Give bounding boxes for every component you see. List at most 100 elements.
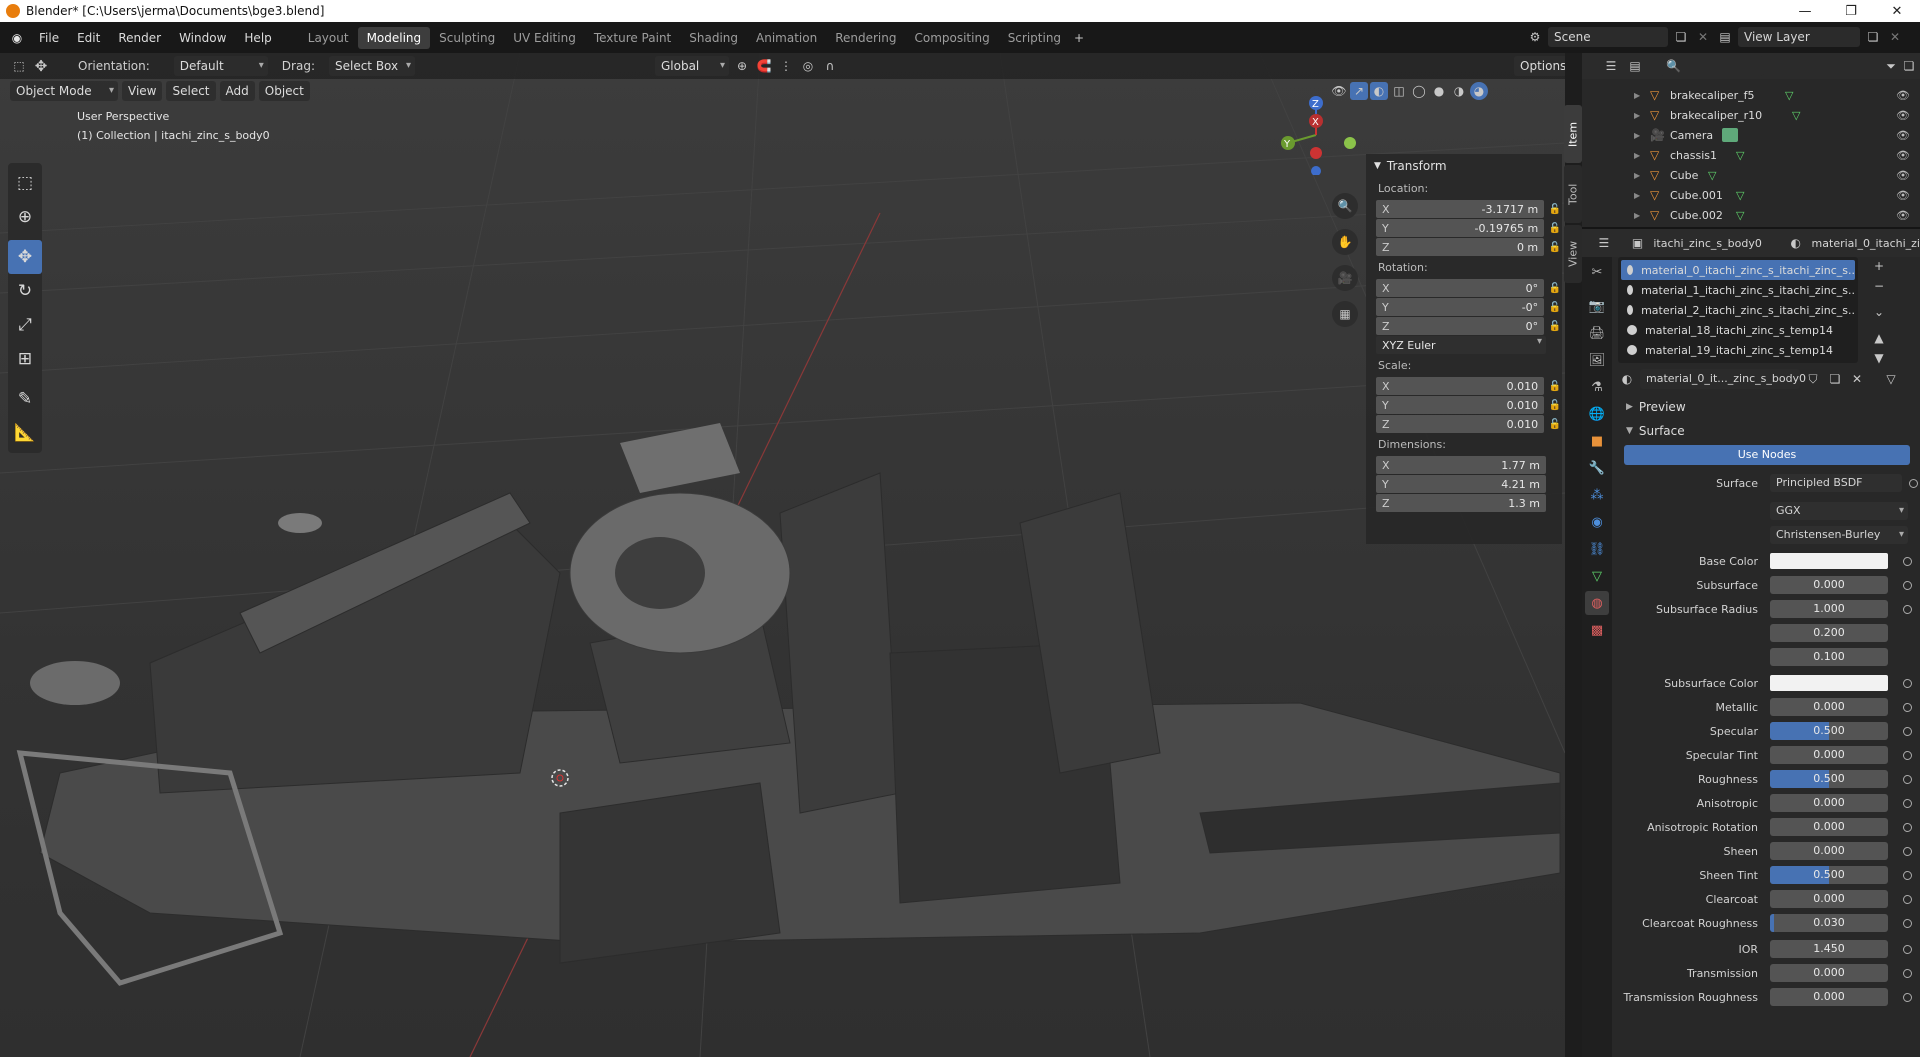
ortho-grid-icon[interactable]: ▦ [1332, 301, 1358, 327]
menu-select[interactable]: Select [166, 81, 216, 101]
rotation-mode-dropdown[interactable]: XYZ Euler [1376, 336, 1546, 354]
surface-socket-icon[interactable] [1909, 478, 1918, 488]
drag-dropdown[interactable]: Select Box [328, 56, 415, 76]
tab-tool[interactable]: Tool [1564, 165, 1582, 223]
navigation-gizmo[interactable]: Z Y X [1272, 91, 1356, 176]
outliner-item[interactable]: ▶ ▽ chassis1 ▽ 👁 [1582, 145, 1920, 165]
workspace-tab-sculpting[interactable]: Sculpting [430, 27, 504, 49]
view-layer-tab-icon[interactable]: 🖼 [1585, 348, 1609, 372]
material-name-field[interactable]: material_0_it..._zinc_s_body0 [1640, 369, 1806, 389]
input-socket-icon[interactable] [1903, 750, 1912, 760]
delete-scene-icon[interactable]: ✕ [1694, 28, 1712, 46]
param-value-field[interactable]: 0.000 [1770, 988, 1888, 1006]
expand-arrow-icon[interactable]: ▶ [1634, 171, 1640, 180]
menu-render[interactable]: Render [109, 31, 170, 45]
workspace-tab-uv-editing[interactable]: UV Editing [504, 27, 585, 49]
use-nodes-button[interactable]: Use Nodes [1624, 445, 1910, 465]
workspace-tab-compositing[interactable]: Compositing [905, 27, 998, 49]
rotate-tool-icon[interactable]: ↻ [8, 274, 42, 308]
material-shading-icon[interactable]: ◑ [1450, 82, 1468, 100]
visibility-eye-icon[interactable]: 👁 [1896, 169, 1910, 182]
param-value-field[interactable]: 0.000 [1770, 818, 1888, 836]
input-socket-icon[interactable] [1903, 726, 1912, 736]
scale-y-field[interactable]: Y 0.010 [1376, 396, 1545, 414]
workspace-tab-texture-paint[interactable]: Texture Paint [585, 27, 680, 49]
workspace-tab-animation[interactable]: Animation [747, 27, 826, 49]
workspace-tab-layout[interactable]: Layout [299, 27, 358, 49]
transform-orientation-dropdown[interactable]: Global [654, 56, 729, 76]
minimize-icon[interactable]: — [1782, 0, 1828, 22]
menu-file[interactable]: File [30, 31, 68, 45]
surface-shader-field[interactable]: Principled BSDF [1770, 474, 1902, 492]
unlink-material-icon[interactable]: ✕ [1848, 370, 1866, 388]
input-socket-icon[interactable] [1903, 678, 1912, 688]
outliner-item[interactable]: ▶ ▽ Cube ▽ 👁 [1582, 165, 1920, 185]
param-value-field[interactable]: 0.100 [1770, 648, 1888, 666]
outliner-item[interactable]: ▶ 🎥 Camera 👁 [1582, 125, 1920, 145]
outliner-item[interactable]: ▶ ▽ Cube.002 ▽ 👁 [1582, 205, 1920, 225]
select-box-tool-icon[interactable]: ⬚ [8, 166, 42, 200]
new-scene-icon[interactable]: ❏ [1672, 28, 1690, 46]
breadcrumb-object[interactable]: itachi_zinc_s_body0 [1653, 237, 1761, 250]
expand-arrow-icon[interactable]: ▶ [1634, 211, 1640, 220]
dimensions-x-field[interactable]: X 1.77 m [1376, 456, 1546, 474]
input-socket-icon[interactable] [1903, 702, 1912, 712]
menu-edit[interactable]: Edit [68, 31, 109, 45]
proportional-edit-icon[interactable]: ◎ [799, 57, 817, 75]
properties-editor-icon[interactable]: ☰ [1596, 234, 1612, 252]
new-view-layer-icon[interactable]: ❏ [1864, 28, 1882, 46]
preview-panel-header[interactable]: ▶ Preview [1618, 395, 1920, 419]
param-value-field[interactable]: 0.030 [1770, 914, 1888, 932]
visibility-eye-icon[interactable]: 👁 [1896, 209, 1910, 222]
fake-user-icon[interactable]: ⛉ [1804, 370, 1822, 388]
param-value-field[interactable]: 0.000 [1770, 698, 1888, 716]
object-mode-dropdown[interactable]: Object Mode [10, 81, 118, 101]
param-value-field[interactable]: 0.000 [1770, 746, 1888, 764]
move-tool-icon[interactable]: ✥ [32, 57, 50, 75]
3d-viewport[interactable]: ⬚ ✥ Orientation: Default Drag: Select Bo… [0, 53, 1565, 1057]
param-value-field[interactable]: 1.000 [1770, 600, 1888, 618]
close-icon[interactable]: ✕ [1874, 0, 1920, 22]
link-dropdown-icon[interactable]: ▽ [1882, 370, 1900, 388]
scene-name-field[interactable]: Scene [1548, 27, 1668, 47]
subsurface-method-dropdown[interactable]: Christensen-Burley [1770, 526, 1908, 544]
material-slot[interactable]: material_1_itachi_zinc_s_itachi_zinc_s.. [1621, 280, 1855, 300]
mesh-data-icon[interactable]: ▽ [1736, 189, 1744, 202]
param-value-field[interactable]: 0.500 [1770, 770, 1888, 788]
mesh-data-tab-icon[interactable]: ▽ [1585, 564, 1609, 588]
dimensions-y-field[interactable]: Y 4.21 m [1376, 475, 1546, 493]
input-socket-icon[interactable] [1903, 604, 1912, 614]
lock-icon[interactable]: 🔓 [1548, 221, 1562, 235]
param-value-field[interactable]: 0.000 [1770, 964, 1888, 982]
view-layer-icon[interactable]: ▤ [1716, 28, 1734, 46]
menu-window[interactable]: Window [170, 31, 235, 45]
duplicate-material-icon[interactable]: ❏ [1826, 370, 1844, 388]
modifier-tab-icon[interactable]: 🔧 [1585, 456, 1609, 480]
rotation-z-field[interactable]: Z 0° [1376, 317, 1545, 335]
mesh-data-icon[interactable]: ▽ [1736, 209, 1744, 222]
visibility-eye-icon[interactable]: 👁 [1896, 129, 1910, 142]
location-y-field[interactable]: Y -0.19765 m [1376, 219, 1545, 237]
scene-tab-icon[interactable]: ⚗ [1585, 375, 1609, 399]
workspace-tab-rendering[interactable]: Rendering [826, 27, 905, 49]
physics-tab-icon[interactable]: ◉ [1585, 510, 1609, 534]
overlay-toggle-icon[interactable]: ◐ [1370, 82, 1388, 100]
breadcrumb-material[interactable]: material_0_itachi_zi [1812, 237, 1920, 250]
render-tab-icon[interactable]: 📷 [1585, 294, 1609, 318]
material-slot[interactable]: material_2_itachi_zinc_s_itachi_zinc_s.. [1621, 300, 1855, 320]
visibility-eye-icon[interactable]: 👁 [1896, 109, 1910, 122]
expand-arrow-icon[interactable]: ▶ [1634, 151, 1640, 160]
world-tab-icon[interactable]: 🌐 [1585, 402, 1609, 426]
input-socket-icon[interactable] [1903, 822, 1912, 832]
input-socket-icon[interactable] [1903, 992, 1912, 1002]
color-swatch[interactable] [1770, 553, 1888, 569]
transform-tool-icon[interactable]: ⊞ [8, 342, 42, 376]
measure-tool-icon[interactable]: 📐 [8, 416, 42, 450]
workspace-tab-modeling[interactable]: Modeling [357, 26, 431, 49]
snap-target-icon[interactable]: ⋮ [777, 57, 795, 75]
scale-x-field[interactable]: X 0.010 [1376, 377, 1545, 395]
move-slot-down-icon[interactable]: ▼ [1870, 349, 1888, 367]
lock-icon[interactable]: 🔓 [1548, 417, 1562, 431]
material-tab-icon[interactable]: ◍ [1585, 591, 1609, 615]
input-socket-icon[interactable] [1903, 846, 1912, 856]
